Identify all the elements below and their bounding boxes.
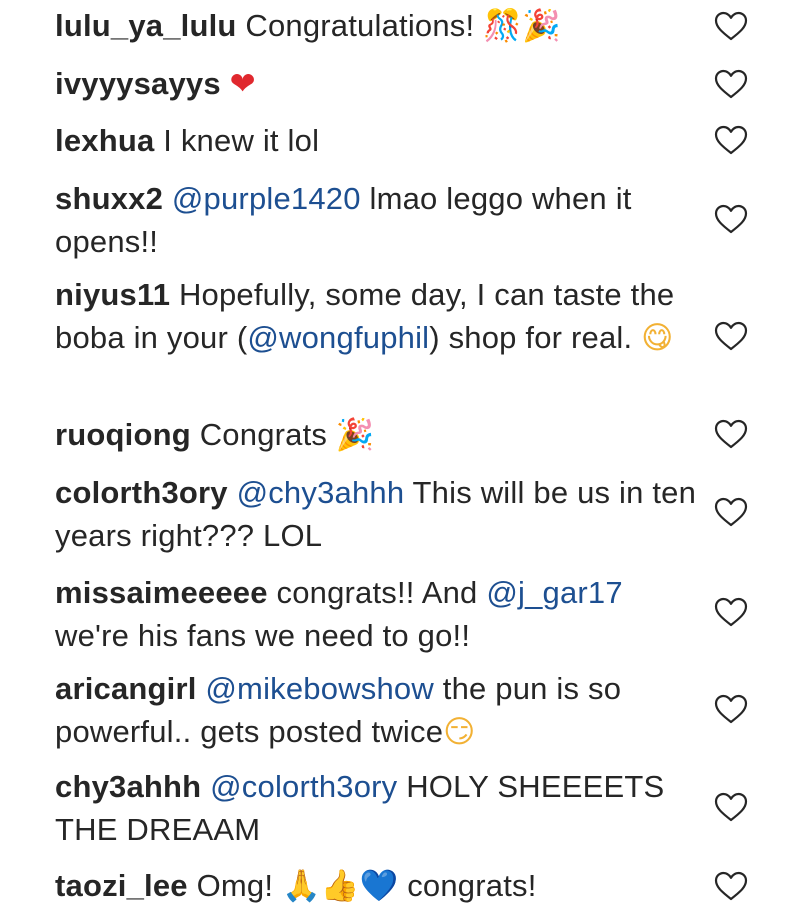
like-button[interactable] <box>713 320 749 352</box>
like-button[interactable] <box>713 124 749 156</box>
like-button[interactable] <box>713 791 749 823</box>
like-button[interactable] <box>713 596 749 628</box>
emoji: 🎊🎉 <box>483 8 561 44</box>
comment-item: ruoqiong Congrats 🎉 <box>55 413 705 457</box>
like-button[interactable] <box>713 68 749 100</box>
heart-outline-icon <box>714 125 748 155</box>
comment-text: I knew it lol <box>154 123 320 158</box>
comment-username-link[interactable]: aricangirl <box>55 671 197 706</box>
comment-item: aricangirl @mikebowshow the pun is so po… <box>55 667 705 754</box>
like-button[interactable] <box>713 693 749 725</box>
emoji: 😋 <box>641 320 674 356</box>
mention-link[interactable]: @j_gar17 <box>486 575 622 610</box>
like-button[interactable] <box>713 203 749 235</box>
like-button[interactable] <box>713 10 749 42</box>
comment-username-link[interactable]: lexhua <box>55 123 154 158</box>
comment-item: lulu_ya_lulu Congratulations! 🎊🎉 <box>55 4 705 48</box>
comment-text: ) shop for real. <box>429 320 642 355</box>
comment-item: niyus11 Hopefully, some day, I can taste… <box>55 273 705 360</box>
comment-item: lexhua I knew it lol <box>55 119 705 162</box>
comment-text: Congrats <box>190 417 336 452</box>
comment-item: shuxx2 @purple1420 lmao leggo when it op… <box>55 177 705 263</box>
comment-item: ivyyysayys ❤ <box>55 62 705 106</box>
heart-outline-icon <box>714 871 748 901</box>
comment-username-link[interactable]: taozi_lee <box>55 868 188 903</box>
comment-item: chy3ahhh @colorth3ory HOLY SHEEEETS THE … <box>55 765 705 851</box>
heart-outline-icon <box>714 11 748 41</box>
comment-item: taozi_lee Omg! 🙏👍💙 congrats! <box>55 864 705 908</box>
comment-username-link[interactable]: niyus11 <box>55 277 170 312</box>
like-button[interactable] <box>713 418 749 450</box>
mention-link[interactable]: @chy3ahhh <box>237 475 405 510</box>
heart-outline-icon <box>714 694 748 724</box>
like-button[interactable] <box>713 870 749 902</box>
comment-item: colorth3ory @chy3ahhh This will be us in… <box>55 471 705 557</box>
emoji: ❤ <box>229 66 256 102</box>
comment-text: Omg! <box>187 868 282 903</box>
comment-username-link[interactable]: chy3ahhh <box>55 769 201 804</box>
mention-link[interactable]: @colorth3ory <box>210 769 397 804</box>
comment-text: congrats!! And <box>267 575 487 610</box>
comment-username-link[interactable]: colorth3ory <box>55 475 228 510</box>
emoji: 💙 <box>359 868 399 904</box>
comment-username-link[interactable]: shuxx2 <box>55 181 163 216</box>
heart-outline-icon <box>714 69 748 99</box>
mention-link[interactable]: @wongfuphil <box>247 320 429 355</box>
comment-username-link[interactable]: lulu_ya_lulu <box>55 8 237 43</box>
comment-text: Congratulations! <box>236 8 484 43</box>
heart-outline-icon <box>714 419 748 449</box>
mention-link[interactable]: @purple1420 <box>172 181 361 216</box>
emoji: 🎉 <box>335 417 375 453</box>
like-button[interactable] <box>713 496 749 528</box>
heart-outline-icon <box>714 321 748 351</box>
comment-username-link[interactable]: ivyyysayys <box>55 66 221 101</box>
comment-text: we're his fans we need to go!! <box>55 618 471 653</box>
comment-username-link[interactable]: ruoqiong <box>55 417 191 452</box>
emoji: 🙏👍 <box>281 868 360 904</box>
comment-text <box>163 181 172 216</box>
heart-outline-icon <box>714 204 748 234</box>
comment-text: congrats! <box>398 868 537 903</box>
comment-text <box>201 769 210 804</box>
mention-link[interactable]: @mikebowshow <box>205 671 434 706</box>
heart-outline-icon <box>714 597 748 627</box>
heart-outline-icon <box>714 497 748 527</box>
comment-text <box>228 475 237 510</box>
comment-text <box>221 66 230 101</box>
emoji: 😏 <box>443 714 476 750</box>
comment-item: missaimeeeee congrats!! And @j_gar17 we'… <box>55 571 705 657</box>
comment-username-link[interactable]: missaimeeeee <box>55 575 268 610</box>
heart-outline-icon <box>714 792 748 822</box>
